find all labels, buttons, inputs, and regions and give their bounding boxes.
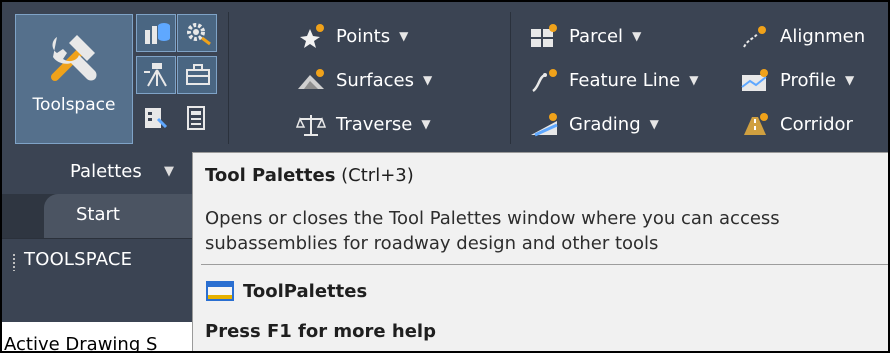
- corridor-menu[interactable]: Corridor: [740, 106, 853, 142]
- data-shortcuts-button[interactable]: [136, 14, 176, 52]
- chevron-down-icon: ▼: [689, 73, 699, 87]
- grip-handle[interactable]: [12, 253, 16, 271]
- active-drawing-label[interactable]: Active Drawing S: [4, 334, 157, 351]
- survey-tripod-icon: [144, 63, 167, 87]
- surfaces-menu[interactable]: Surfaces ▼: [296, 62, 432, 98]
- chevron-down-icon: ▼: [421, 117, 431, 131]
- toolspace-button[interactable]: Toolspace: [15, 14, 133, 144]
- parcel-menu[interactable]: Parcel ▼: [529, 18, 641, 54]
- chevron-down-icon: ▼: [422, 73, 433, 87]
- property-sheet-icon: [145, 108, 168, 129]
- tool-palettes-button[interactable]: [180, 100, 214, 136]
- tooltip-title: Tool Palettes (Ctrl+3): [205, 165, 414, 186]
- tool-palettes-icon: [187, 106, 205, 130]
- surfaces-icon: [296, 67, 326, 93]
- profile-menu[interactable]: Profile ▼: [740, 62, 854, 98]
- ribbon-separator: [228, 12, 229, 144]
- chevron-down-icon: ▼: [164, 164, 174, 179]
- alignment-menu[interactable]: Alignmen: [740, 18, 865, 54]
- properties-button[interactable]: [138, 100, 172, 136]
- corridor-icon: [740, 111, 770, 137]
- gear-icon: [187, 23, 211, 46]
- alignment-icon: [740, 23, 770, 49]
- chevron-down-icon: ▼: [649, 117, 659, 131]
- divider: [201, 264, 888, 265]
- tooltip-help: Press F1 for more help: [205, 321, 436, 342]
- traverse-icon: [296, 111, 326, 137]
- autocad-window: Toolspace Points ▼ Surfaces ▼ Traverse ▼…: [0, 0, 890, 353]
- points-menu[interactable]: Points ▼: [296, 18, 408, 54]
- toolbox-button[interactable]: [177, 56, 217, 94]
- points-icon: [296, 23, 326, 49]
- grading-icon: [529, 111, 559, 137]
- chevron-down-icon: ▼: [632, 29, 642, 43]
- profile-icon: [740, 67, 770, 93]
- tab-start[interactable]: Start: [44, 194, 194, 238]
- toolspace-panel-header: TOOLSPACE: [2, 238, 192, 283]
- file-tab-bar: Start: [2, 194, 194, 238]
- traverse-menu[interactable]: Traverse ▼: [296, 106, 431, 142]
- toolspace-panel-body: [2, 282, 192, 322]
- active-drawing-view: Active Drawing S: [2, 322, 192, 351]
- tooltip-command: ToolPalettes: [205, 280, 367, 302]
- database-chart-icon: [145, 23, 170, 44]
- chevron-down-icon: ▼: [844, 73, 855, 87]
- tool-palettes-tooltip: Tool Palettes (Ctrl+3) Opens or closes t…: [192, 152, 888, 351]
- command-window-icon: [205, 280, 235, 302]
- palettes-panel-label[interactable]: Palettes ▼: [2, 152, 192, 194]
- feature-line-menu[interactable]: Feature Line ▼: [529, 62, 699, 98]
- chevron-down-icon: ▼: [399, 29, 409, 43]
- toolspace-label: Toolspace: [32, 95, 116, 115]
- parcel-icon: [529, 23, 559, 49]
- tooltip-description: Opens or closes the Tool Palettes window…: [205, 208, 780, 254]
- ribbon-panel: Toolspace Points ▼ Surfaces ▼ Traverse ▼…: [2, 2, 888, 152]
- settings-button[interactable]: [177, 14, 217, 52]
- survey-button[interactable]: [136, 56, 176, 94]
- ribbon-separator: [510, 12, 511, 144]
- wrench-hammer-icon: [51, 35, 97, 81]
- toolbox-icon: [186, 64, 210, 85]
- grading-menu[interactable]: Grading ▼: [529, 106, 659, 142]
- feature-line-icon: [529, 67, 559, 93]
